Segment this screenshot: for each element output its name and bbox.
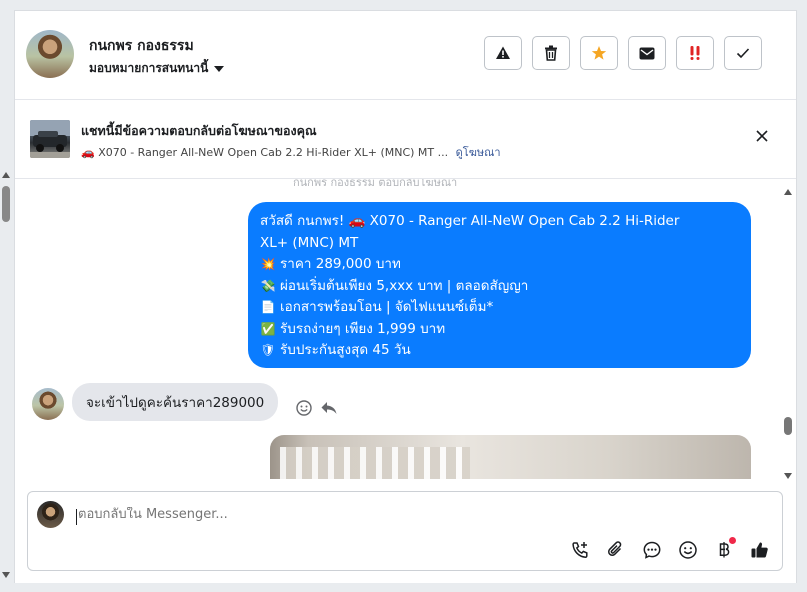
ad-reply-note: กนกพร กองธรรม ตอบกลับโฆษณา: [293, 179, 458, 189]
double-exclamation-icon: [690, 46, 700, 60]
call-plus-icon: [572, 542, 588, 558]
message-composer: [27, 491, 783, 571]
ad-banner-title: แชทนี้มีข้อความตอบกลับต่อโฆษณาของคุณ: [81, 123, 317, 138]
check-icon: [736, 48, 750, 59]
conversation-header: กนกพร กองธรรม มอบหมายการสนทนานี้: [15, 11, 796, 100]
message-thread[interactable]: กนกพร กองธรรม ตอบกลับโฆษณา สวัสดี กนกพร!…: [15, 179, 796, 479]
envelope-icon: [639, 47, 655, 59]
scroll-down-arrow[interactable]: [2, 572, 10, 578]
mark-unread-button[interactable]: [628, 36, 666, 70]
ad-reply-banner: แชทนี้มีข้อความตอบกลับต่อโฆษณาของคุณ 🚗 X…: [15, 100, 796, 179]
scroll-thumb[interactable]: [2, 186, 10, 222]
assign-conversation-dropdown[interactable]: มอบหมายการสนทนานี้: [89, 59, 225, 78]
emoji-icon: [679, 541, 697, 559]
scroll-up-arrow[interactable]: [2, 172, 10, 178]
collision-emoji-icon: 💥: [260, 257, 276, 271]
assign-label: มอบหมายการสนทนานี้: [89, 61, 209, 75]
page-avatar: [37, 501, 64, 528]
report-button[interactable]: [484, 36, 522, 70]
money-wings-emoji-icon: 💸: [260, 278, 276, 293]
star-icon: [591, 46, 607, 60]
done-button[interactable]: [724, 36, 762, 70]
close-icon[interactable]: [754, 128, 770, 144]
contact-name[interactable]: กนกพร กองธรรม: [89, 35, 194, 57]
notification-dot: [729, 537, 736, 544]
star-button[interactable]: [580, 36, 618, 70]
like-button[interactable]: [750, 540, 770, 560]
text-cursor: [76, 509, 77, 525]
message-line: สวัสดี กนกพร! 🚗 X070 - Ranger All-NeW Op…: [260, 213, 680, 229]
incoming-message-text: จะเข้าไปดูคะค้นราคา289000: [86, 395, 265, 411]
ad-name: 🚗 X070 - Ranger All-NeW Open Cab 2.2 Hi-…: [81, 146, 449, 159]
message-line: ✅ รับรถง่ายๆ เพียง 1,999 บาท: [260, 319, 739, 341]
reply-input[interactable]: [78, 507, 678, 522]
emoji-button[interactable]: [678, 540, 698, 560]
outgoing-message-bubble[interactable]: สวัสดี กนกพร! 🚗 X070 - Ranger All-NeW Op…: [248, 202, 751, 368]
image-attachment[interactable]: [270, 435, 751, 479]
attach-button[interactable]: [606, 540, 626, 560]
message-line: 📄 เอกสารพร้อมโอน | จัดไฟแนนซ์เต็ม*: [260, 297, 739, 319]
trash-icon: [545, 45, 557, 61]
thread-scroll-up-arrow[interactable]: [784, 189, 792, 195]
document-emoji-icon: 📄: [260, 300, 276, 314]
chevron-down-icon: [214, 65, 225, 72]
contact-avatar-small[interactable]: [32, 388, 64, 420]
page-scrollbar[interactable]: [0, 172, 12, 582]
saved-replies-icon: [643, 541, 661, 559]
call-plus-button[interactable]: [570, 540, 590, 560]
car-image: [30, 120, 70, 158]
payment-button[interactable]: [714, 537, 736, 560]
incoming-message-bubble[interactable]: จะเข้าไปดูคะค้นราคา289000: [72, 383, 279, 421]
delete-button[interactable]: [532, 36, 570, 70]
thread-scroll-down-arrow[interactable]: [784, 473, 792, 479]
message-line: XL+ (MNC) MT: [260, 234, 359, 251]
thread-scrollbar[interactable]: [783, 189, 793, 479]
saved-replies-button[interactable]: [642, 540, 662, 560]
warning-icon: [496, 46, 510, 59]
reply-arrow-icon[interactable]: [320, 400, 338, 416]
message-line: 💸 ผ่อนเริ่มต้นเพียง 5,xxx บาท | ตลอดสัญญา: [260, 276, 739, 298]
ad-thumbnail[interactable]: [30, 120, 70, 158]
photo-content: [280, 447, 470, 479]
conversation-panel: กนกพร กองธรรม มอบหมายการสนทนานี้ แชทนี้ม…: [14, 10, 797, 583]
react-smiley-icon[interactable]: [295, 399, 313, 417]
message-line: 💥 ราคา 289,000 บาท: [260, 254, 739, 276]
thread-scroll-thumb[interactable]: [784, 417, 792, 435]
check-mark-emoji-icon: ✅: [260, 321, 276, 336]
shield-emoji-icon: 🛡: [260, 343, 276, 357]
ad-banner-subtitle: 🚗 X070 - Ranger All-NeW Open Cab 2.2 Hi-…: [81, 143, 501, 161]
view-ad-link[interactable]: ดูโฆษณา: [456, 146, 501, 159]
message-line: 🛡 รับประกันสูงสุด 45 วัน: [260, 340, 739, 362]
contact-avatar[interactable]: [26, 30, 74, 78]
attachment-icon: [608, 541, 622, 556]
important-button[interactable]: [676, 36, 714, 70]
thumbs-up-icon: [751, 542, 768, 558]
